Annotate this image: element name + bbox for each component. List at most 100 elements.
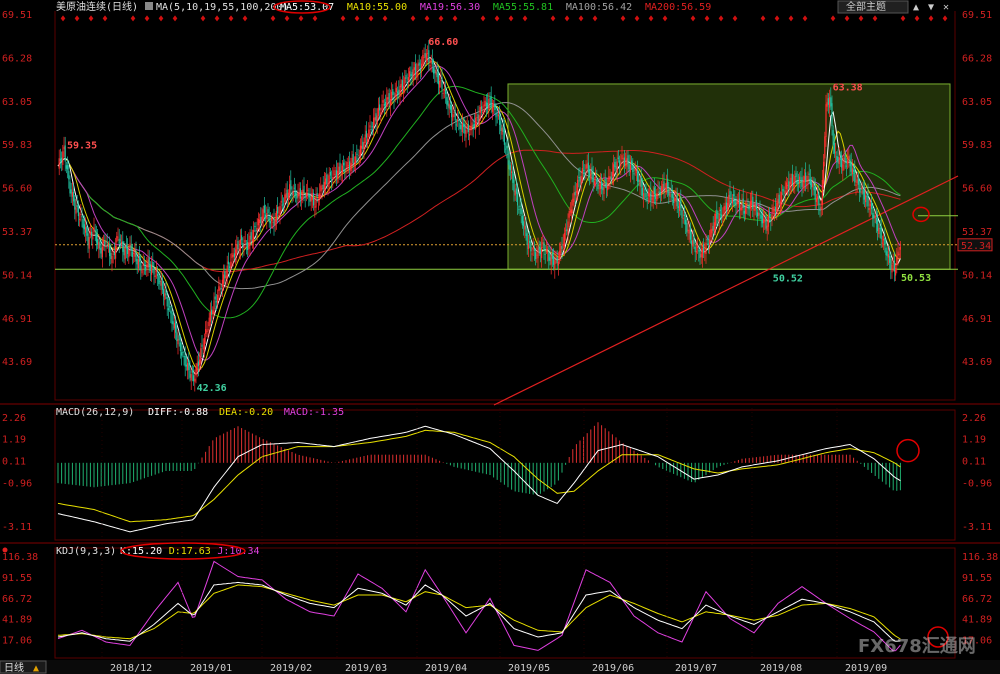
candle-body bbox=[237, 240, 239, 250]
event-marker-icon: ♦ bbox=[214, 14, 220, 25]
chart-canvas[interactable]: 美原油连续(日线) MA(5,10,19,55,100,200)MA5:53.07… bbox=[0, 0, 1000, 674]
candle-body bbox=[673, 196, 675, 203]
candle-body bbox=[740, 207, 742, 211]
ma-value-label: MA100:56.42 bbox=[566, 2, 632, 13]
candle-body bbox=[400, 83, 402, 88]
candle-body bbox=[537, 247, 539, 259]
candle-body bbox=[280, 200, 282, 203]
candle-body bbox=[749, 201, 751, 209]
candle-body bbox=[700, 254, 702, 258]
candle-body bbox=[178, 335, 180, 341]
candle-body bbox=[287, 192, 289, 199]
candle-body bbox=[332, 176, 334, 180]
candle-body bbox=[479, 107, 481, 113]
candle-body bbox=[453, 112, 455, 113]
candle-body bbox=[484, 100, 486, 107]
candle-body bbox=[79, 218, 81, 220]
candle-body bbox=[220, 287, 222, 290]
candle-body bbox=[789, 181, 791, 190]
candle-body bbox=[122, 241, 124, 252]
nav-arrow-icon: ▼ bbox=[928, 2, 934, 13]
candle-body bbox=[251, 239, 253, 241]
candle-body bbox=[374, 117, 376, 121]
event-marker-icon: ♦ bbox=[438, 14, 444, 25]
candle-body bbox=[427, 53, 429, 55]
candle-body bbox=[250, 232, 252, 240]
candle-body bbox=[157, 273, 159, 277]
candle-body bbox=[195, 367, 197, 376]
candle-body bbox=[747, 206, 749, 209]
candle-body bbox=[308, 193, 310, 198]
candle-body bbox=[719, 209, 721, 212]
candle-body bbox=[514, 190, 516, 196]
candle-body bbox=[355, 156, 357, 164]
event-marker-icon: ♦ bbox=[242, 14, 248, 25]
candle-body bbox=[899, 246, 901, 250]
candle-body bbox=[405, 75, 407, 79]
y-tick-label-right: 63.05 bbox=[962, 97, 992, 108]
candle-body bbox=[739, 198, 741, 210]
y-tick-label-right: 43.69 bbox=[962, 357, 992, 368]
candle-body bbox=[430, 60, 432, 63]
candle-body bbox=[493, 103, 495, 105]
candle-body bbox=[661, 186, 663, 192]
candle-body bbox=[449, 104, 451, 110]
event-marker-icon: ♦ bbox=[942, 14, 948, 25]
candle-body bbox=[871, 201, 873, 210]
candle-body bbox=[635, 171, 637, 173]
candle-body bbox=[292, 190, 294, 196]
price-annotation: 50.52 bbox=[773, 273, 803, 284]
candle-body bbox=[369, 125, 371, 128]
y-tick-label-left: 17.06 bbox=[2, 635, 32, 646]
candle-body bbox=[766, 225, 768, 231]
y-tick-label-left: 2.26 bbox=[2, 413, 26, 424]
candle-body bbox=[221, 279, 223, 287]
candle-body bbox=[267, 209, 269, 214]
candle-body bbox=[346, 162, 348, 169]
candle-body bbox=[881, 242, 883, 244]
candle-body bbox=[206, 330, 208, 333]
candle-body bbox=[255, 230, 257, 232]
candle-body bbox=[285, 193, 287, 199]
y-tick-label-left: 66.72 bbox=[2, 594, 32, 605]
candle-body bbox=[765, 215, 767, 229]
candle-body bbox=[699, 249, 701, 259]
candle-body bbox=[189, 370, 191, 378]
candle-body bbox=[850, 162, 852, 172]
candle-body bbox=[835, 152, 837, 154]
candle-body bbox=[176, 332, 178, 342]
candle-body bbox=[295, 192, 297, 196]
candle-body bbox=[851, 168, 853, 174]
candle-body bbox=[581, 168, 583, 173]
y-tick-label-left: -0.96 bbox=[2, 478, 32, 489]
candle-body bbox=[416, 71, 418, 78]
candle-body bbox=[697, 246, 699, 248]
candle-body bbox=[303, 185, 305, 193]
candle-body bbox=[517, 192, 519, 206]
candle-body bbox=[377, 107, 379, 116]
candle-body bbox=[260, 216, 262, 224]
candle-body bbox=[736, 200, 738, 205]
candle-body bbox=[836, 156, 838, 161]
candle-body bbox=[566, 229, 568, 232]
candle-body bbox=[460, 124, 462, 130]
candle-body bbox=[650, 191, 652, 201]
candle-body bbox=[634, 168, 636, 171]
candle-body bbox=[734, 200, 736, 205]
candle-body bbox=[489, 98, 491, 99]
candle-body bbox=[104, 241, 106, 245]
candle-body bbox=[827, 98, 829, 105]
event-marker-icon: ♦ bbox=[410, 14, 416, 25]
candle-body bbox=[208, 317, 210, 327]
candle-body bbox=[562, 243, 564, 246]
candle-body bbox=[62, 151, 64, 166]
candle-body bbox=[227, 261, 229, 265]
event-marker-icon: ♦ bbox=[844, 14, 850, 25]
candle-body bbox=[831, 103, 833, 127]
candle-body bbox=[271, 218, 273, 222]
candle-body bbox=[338, 166, 340, 173]
candle-body bbox=[608, 176, 610, 182]
candle-body bbox=[269, 220, 271, 224]
candle-body bbox=[538, 246, 540, 251]
candle-body bbox=[705, 242, 707, 255]
